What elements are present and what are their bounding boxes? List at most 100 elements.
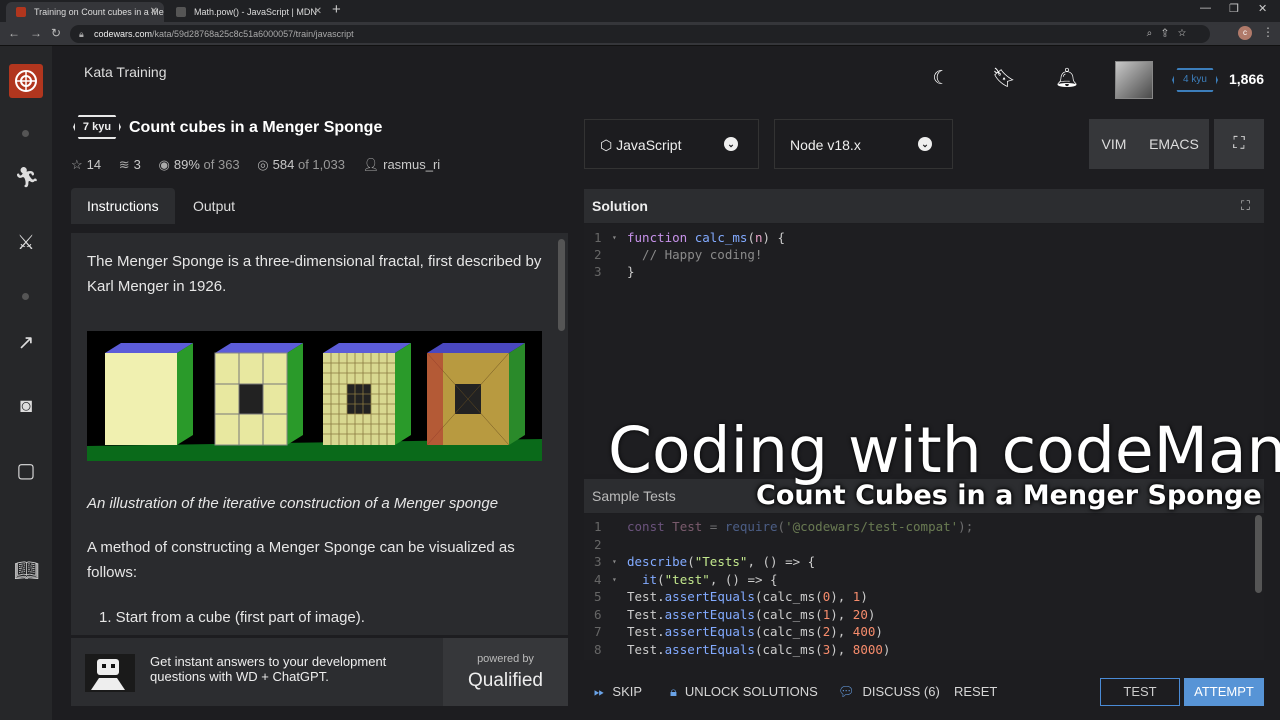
profile-avatar[interactable]: c xyxy=(1238,26,1252,40)
completed-value: 584 xyxy=(272,157,295,172)
code-line: const Test = require('@codewars/test-com… xyxy=(627,519,974,534)
close-tab-icon[interactable]: ✕ xyxy=(150,2,158,22)
code-line: // Happy coding! xyxy=(627,247,763,262)
url-field[interactable]: 🔒︎ codewars.com/kata/59d28768a25c8c51a60… xyxy=(70,25,1210,43)
code-line: function calc_ms(n) { xyxy=(627,230,786,245)
video-overlay-subtitle: Count Cubes in a Menger Sponge xyxy=(756,480,1262,511)
discussion-icon[interactable]: ▢ xyxy=(14,459,38,483)
docs-book-icon[interactable]: 📖︎ xyxy=(14,559,39,583)
menger-sponge-illustration xyxy=(87,331,542,461)
qualified-logo: Qualified xyxy=(468,670,543,691)
sample-tests-editor[interactable]: 1 const Test = require('@codewars/test-co… xyxy=(584,514,1264,660)
browser-tab-bar: Training on Count cubes in a Me ✕ Math.p… xyxy=(0,0,1280,22)
chatgpt-ad-banner[interactable]: Get instant answers to your development … xyxy=(71,638,568,706)
chevron-down-icon: ⌄ xyxy=(918,137,932,151)
runtime-value: Node v18.x xyxy=(790,137,861,153)
skip-button[interactable]: ⏩︎ SKIP xyxy=(594,674,642,710)
language-label: ⬡ JavaScript xyxy=(600,120,681,170)
emacs-mode-button[interactable]: EMACS xyxy=(1139,119,1209,169)
solution-title: Solution xyxy=(592,198,648,214)
js-cube-icon: ⬡ xyxy=(600,137,617,153)
lock-icon: 🔒︎ xyxy=(670,684,677,699)
line-number: 3 xyxy=(594,264,602,279)
skip-label: SKIP xyxy=(612,684,643,699)
collections-stat[interactable]: ≋ 3 xyxy=(119,157,141,172)
line-number: 8 xyxy=(594,642,602,657)
back-icon[interactable]: ← xyxy=(8,26,20,40)
user-rank-badge: 4 kyu xyxy=(1172,68,1218,92)
instructions-panel: The Menger Sponge is a three-dimensional… xyxy=(71,233,568,635)
notifications-bell-icon[interactable]: 🔔︎ xyxy=(1055,68,1079,90)
expand-icon[interactable]: ⛶ xyxy=(1241,189,1250,223)
practice-icon[interactable]: ⚔︎ xyxy=(14,231,38,255)
discuss-button[interactable]: 💬︎ DISCUSS (6) xyxy=(838,674,940,710)
close-window-icon[interactable]: ✕ xyxy=(1258,2,1267,15)
kata-stats: ☆ 14 ≋ 3 ◉ 89% of 363 ◎ 584 of 1,033 👤︎ rasmu… xyxy=(71,157,454,173)
browser-address-bar: ← → ↻ 🔒︎ codewars.com/kata/59d28768a25c8… xyxy=(0,22,1280,46)
author-stat[interactable]: 👤︎ rasmus_ri xyxy=(363,157,441,172)
code-line: it("test", () => { xyxy=(642,572,778,587)
new-tab-button[interactable]: + xyxy=(332,1,341,18)
line-number: 7 xyxy=(594,624,602,639)
list-item: 1. Start from a cube (first part of imag… xyxy=(99,609,365,626)
completed-icon: ◎ xyxy=(257,157,269,172)
bookmark-icon[interactable]: 🔖︎ xyxy=(992,68,1016,90)
collections-count: 3 xyxy=(133,157,141,172)
fast-forward-icon: ⏩︎ xyxy=(594,684,605,699)
language-select[interactable]: ⬡ JavaScript ⌄ xyxy=(584,119,759,169)
tab-output[interactable]: Output xyxy=(177,188,251,224)
discord-icon[interactable]: ◙ xyxy=(14,394,38,418)
rail-separator-dot xyxy=(22,293,29,300)
browser-tab-mdn[interactable]: Math.pow() - JavaScript | MDN ✕ xyxy=(166,2,328,22)
reload-icon[interactable]: ↻ xyxy=(51,26,61,40)
leaderboard-trend-icon[interactable]: ↗ xyxy=(14,331,38,355)
attempt-button[interactable]: ATTEMPT xyxy=(1184,678,1264,706)
runtime-select[interactable]: Node v18.x ⌄ xyxy=(774,119,953,169)
browser-tab-codewars[interactable]: Training on Count cubes in a Me ✕ xyxy=(6,2,164,22)
forward-icon[interactable]: → xyxy=(30,26,42,40)
rail-separator-dot xyxy=(22,130,29,137)
satisfaction-of: of 363 xyxy=(203,157,240,172)
video-overlay-title: Coding with codeManS xyxy=(608,414,1280,487)
user-avatar[interactable] xyxy=(1115,61,1153,99)
tests-scrollbar[interactable] xyxy=(1255,515,1262,593)
chevron-down-icon: ⌄ xyxy=(724,137,738,151)
unlock-solutions-button[interactable]: 🔒︎ UNLOCK SOLUTIONS xyxy=(670,674,818,710)
address-bar-icons[interactable]: ⌕⇪☆ xyxy=(1147,25,1196,43)
fold-icon[interactable]: ▾ xyxy=(612,571,617,588)
instructions-scrollbar[interactable] xyxy=(558,239,565,331)
layers-icon: ≋ xyxy=(118,157,130,172)
sample-tests-title: Sample Tests xyxy=(592,488,676,504)
test-button[interactable]: TEST xyxy=(1100,678,1180,706)
left-nav-rail: 🏃︎ ⚔︎ ↗ ◙ ▢ 📖︎ xyxy=(0,46,52,720)
reset-button[interactable]: RESET xyxy=(954,674,997,710)
vim-mode-button[interactable]: VIM xyxy=(1089,119,1139,169)
fold-icon[interactable]: ▾ xyxy=(612,553,617,570)
stars-stat[interactable]: ☆ 14 xyxy=(71,157,101,172)
satisfaction-value: 89% xyxy=(173,157,200,172)
close-tab-icon[interactable]: ✕ xyxy=(314,2,322,22)
fullscreen-icon[interactable]: ⛶ xyxy=(1214,119,1264,169)
code-line: describe("Tests", () => { xyxy=(627,554,816,569)
codewars-logo-icon[interactable] xyxy=(9,64,43,98)
restore-window-icon[interactable]: ❐ xyxy=(1229,2,1239,15)
line-number: 5 xyxy=(594,589,602,604)
url-path: /kata/59d28768a25c8c51a6000057/train/jav… xyxy=(152,29,354,39)
construction-steps: 1. Start from a cube (first part of imag… xyxy=(99,609,365,626)
description-paragraph: The Menger Sponge is a three-dimensional… xyxy=(87,253,542,295)
star-icon: ☆ xyxy=(71,157,83,172)
fold-icon[interactable]: ▾ xyxy=(612,229,617,246)
training-icon[interactable]: 🏃︎ xyxy=(14,166,39,190)
browser-menu-icon[interactable]: ⋮ xyxy=(1262,25,1274,39)
line-number: 2 xyxy=(594,537,602,552)
minimize-window-icon[interactable]: — xyxy=(1200,2,1211,14)
line-number: 2 xyxy=(594,247,602,262)
eye-icon: ◉ xyxy=(158,157,170,172)
description-paragraph: A method of constructing a Menger Sponge… xyxy=(87,539,515,581)
powered-by-label: powered by xyxy=(477,653,534,665)
url-host: codewars.com xyxy=(94,29,153,39)
dark-mode-moon-icon[interactable]: ☾ xyxy=(930,68,952,90)
lock-icon: 🔒︎ xyxy=(79,29,84,39)
honor-score: 1,866 xyxy=(1229,71,1265,87)
tab-instructions[interactable]: Instructions xyxy=(71,188,175,224)
